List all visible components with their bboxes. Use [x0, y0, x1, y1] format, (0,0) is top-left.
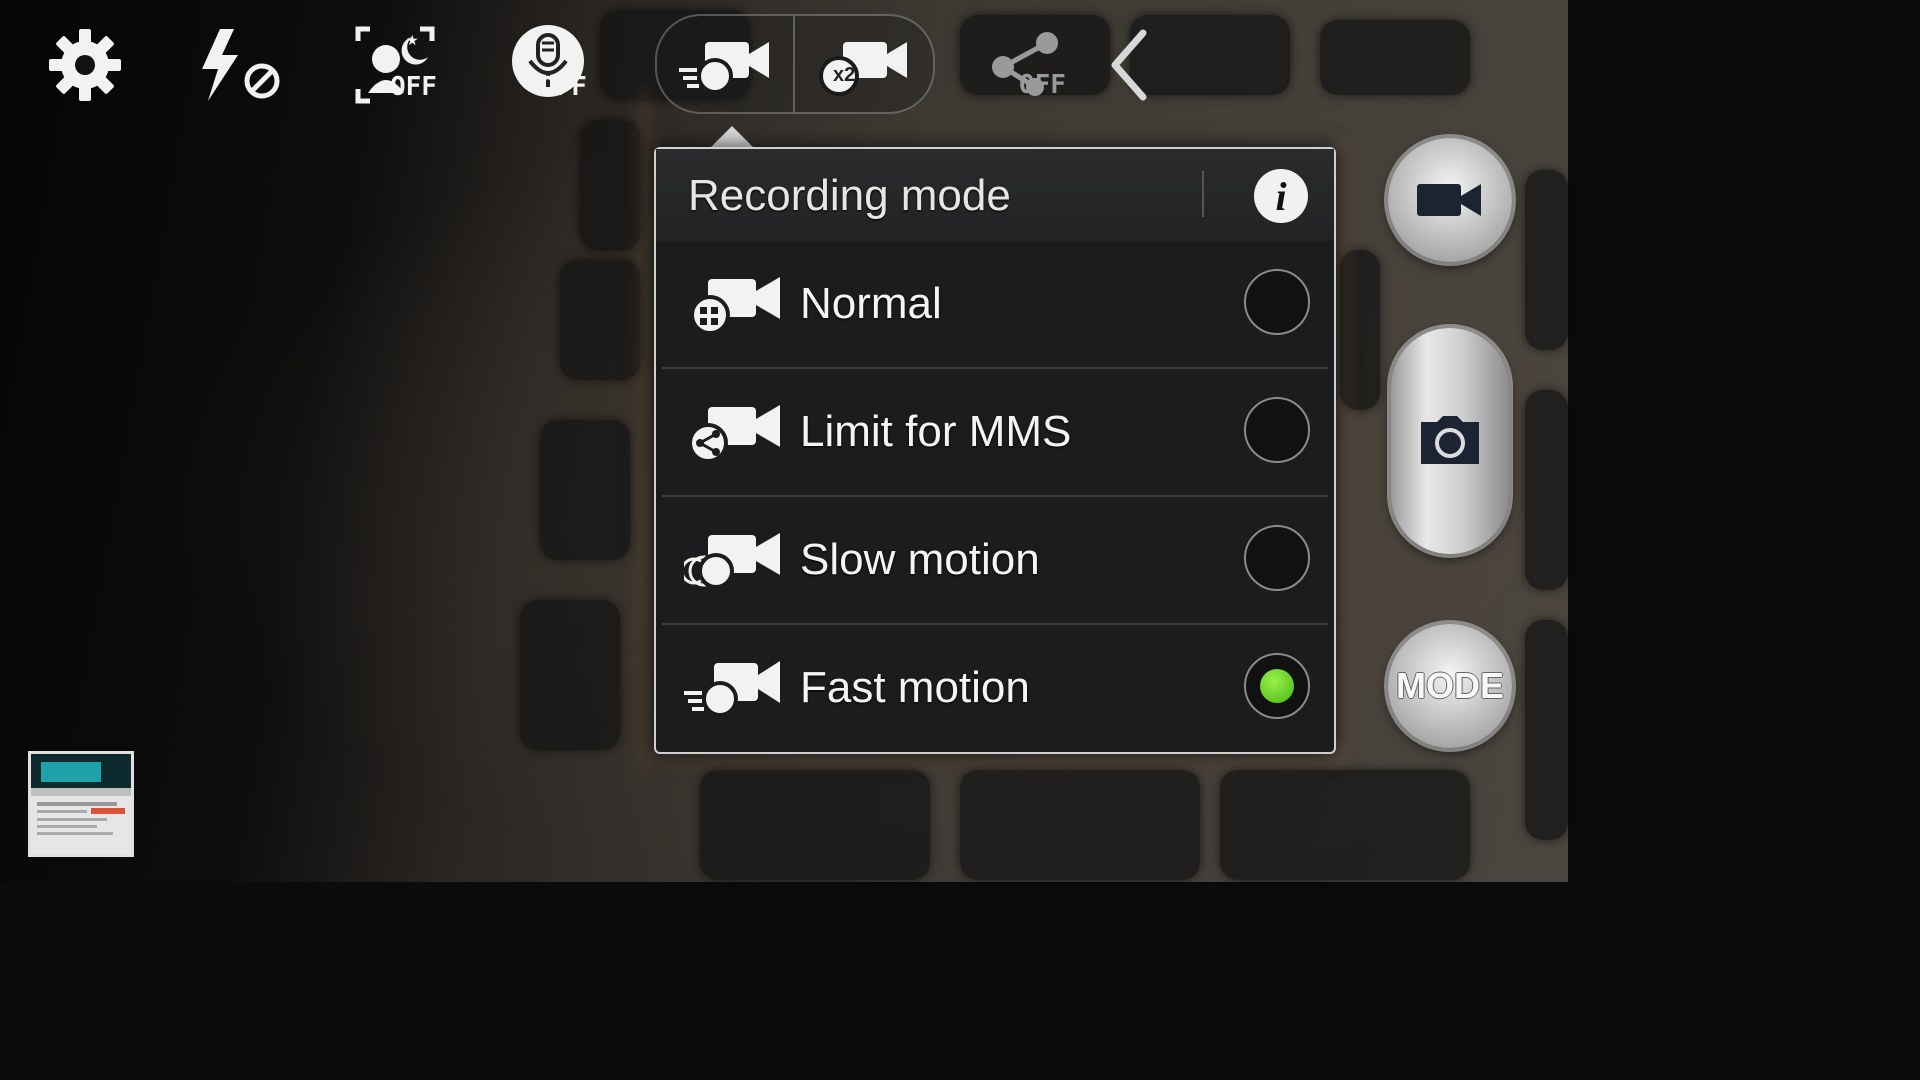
chevron-left-icon [1111, 29, 1147, 101]
last-captured-photo-image [31, 754, 131, 854]
option-slow-motion[interactable]: Slow motion [662, 497, 1328, 623]
popup-pointer [710, 126, 754, 148]
record-video-button[interactable] [1388, 138, 1512, 262]
info-button[interactable]: i [1254, 169, 1308, 223]
radio-normal[interactable] [1244, 269, 1310, 335]
video-camera-icon [1417, 184, 1481, 216]
radio-selected-dot [1260, 669, 1294, 703]
recording-mode-group: x2 [655, 14, 935, 114]
audio-zoom-off-label: OFF [540, 72, 587, 102]
capture-photo-button[interactable] [1391, 328, 1509, 554]
mms-camcorder-icon [688, 405, 780, 463]
fast-motion-camcorder-icon [679, 42, 769, 94]
recording-mode-popup: Recording mode i Normal Limit for MMS Sl… [654, 147, 1336, 754]
gallery-thumbnail[interactable] [28, 751, 134, 857]
face-detection-off-label: OFF [390, 72, 437, 102]
flash-button[interactable] [192, 20, 288, 110]
option-label-slow-motion: Slow motion [800, 535, 1040, 584]
fast-motion-camcorder-icon [684, 661, 780, 717]
option-label-normal: Normal [800, 279, 942, 328]
camera-icon [1421, 416, 1479, 464]
radio-slow-motion[interactable] [1244, 525, 1310, 591]
camcorder-x2-icon [819, 42, 907, 96]
popup-title: Recording mode [688, 171, 1011, 220]
radio-fast-motion[interactable] [1244, 653, 1310, 719]
option-normal[interactable]: Normal [662, 241, 1328, 367]
popup-header: Recording mode i [656, 149, 1334, 241]
audio-zoom-button[interactable]: OFF [500, 20, 600, 110]
collapse-toolbar-button[interactable] [1098, 20, 1158, 110]
option-label-limit-for-mms: Limit for MMS [800, 407, 1072, 456]
zoom-record-button[interactable]: x2 [795, 16, 931, 112]
option-limit-for-mms[interactable]: Limit for MMS [662, 369, 1328, 495]
mode-button[interactable]: MODE [1388, 624, 1512, 748]
option-label-fast-motion: Fast motion [800, 663, 1030, 712]
zoom-record-label: x2 [833, 64, 856, 86]
face-detection-button[interactable]: ★ OFF [350, 20, 446, 110]
normal-camcorder-icon [690, 277, 780, 335]
share-button[interactable]: OFF [985, 20, 1081, 110]
gear-icon [49, 29, 121, 101]
share-off-label: OFF [1019, 70, 1066, 100]
settings-button[interactable] [40, 20, 130, 110]
recording-mode-button[interactable] [657, 16, 793, 112]
option-fast-motion[interactable]: Fast motion [662, 625, 1328, 751]
slow-motion-camcorder-icon [684, 533, 780, 589]
flash-off-icon [202, 29, 280, 101]
radio-limit-for-mms[interactable] [1244, 397, 1310, 463]
svg-text:★: ★ [406, 33, 419, 49]
mode-label: MODE [1396, 665, 1504, 706]
popup-header-divider [1202, 171, 1204, 217]
